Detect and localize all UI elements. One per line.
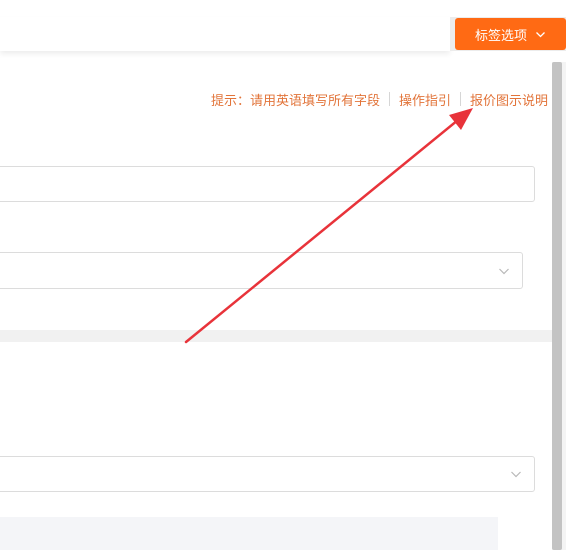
- hint-separator: [459, 92, 461, 106]
- top-bar-strip: [0, 17, 450, 51]
- chevron-down-icon: [536, 31, 545, 37]
- gray-content-box: [0, 517, 498, 550]
- section-divider: [0, 330, 552, 342]
- dropdown-select-2[interactable]: [0, 456, 535, 492]
- price-illustration-link[interactable]: 报价图示说明: [470, 90, 548, 109]
- tag-options-button[interactable]: 标签选项: [455, 18, 566, 50]
- hint-separator: [388, 92, 390, 106]
- tag-options-label: 标签选项: [474, 28, 527, 44]
- hint-tip: 提示：请用英语填写所有字段: [210, 93, 380, 109]
- text-input-field[interactable]: [0, 166, 535, 202]
- chevron-down-icon: [511, 471, 521, 478]
- operation-guide-link[interactable]: 操作指引: [399, 90, 451, 109]
- scrollbar-thumb[interactable]: [552, 62, 562, 550]
- chevron-down-icon: [499, 268, 509, 274]
- top-bar: 标签选项: [0, 0, 566, 62]
- hint-bar: 提示：请用英语填写所有字段 操作指引 报价图示说明: [210, 90, 548, 109]
- dropdown-select-1[interactable]: [0, 252, 523, 289]
